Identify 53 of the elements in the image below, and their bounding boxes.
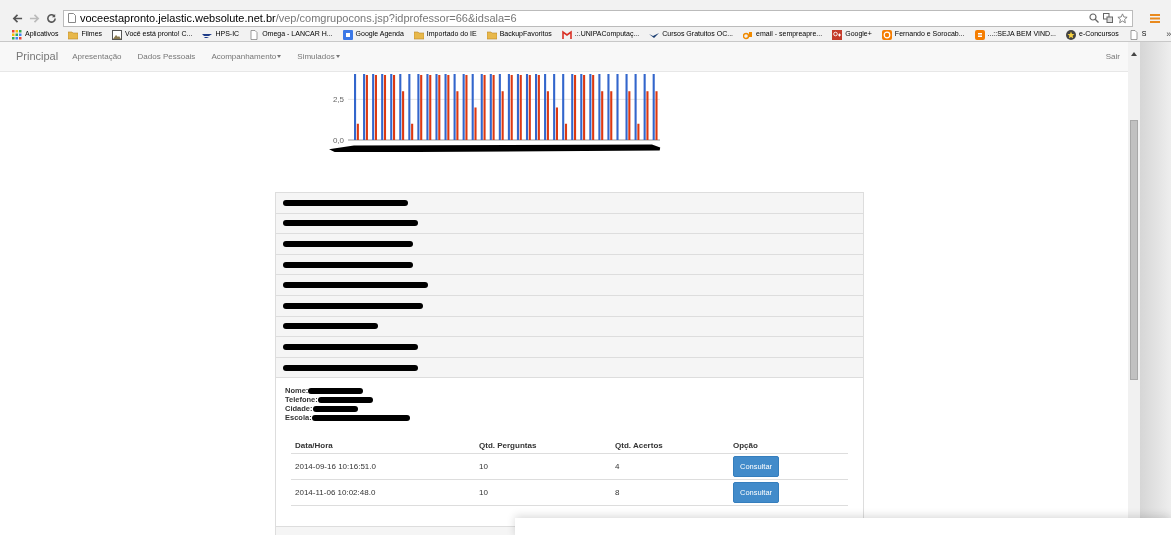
url-text: voceestapronto.jelastic.websolute.net.br/vep/comgrupocons.jsp?idprofessor=66&idsala=6 (80, 10, 517, 26)
back-arrow-icon[interactable] (12, 12, 23, 24)
apps-grid-icon (12, 29, 22, 40)
redaction-mark (317, 396, 373, 403)
accordion-row[interactable] (276, 193, 863, 214)
y-tick-label: 2,5 (332, 95, 344, 105)
ring-icon (881, 29, 892, 40)
accordion-row[interactable] (276, 337, 863, 358)
column-header: Qtd. Perguntas (479, 440, 538, 453)
column-header: Data/Hora (295, 440, 334, 453)
table-cell-text: 2014-11-06 10:02:48.0 (295, 486, 377, 499)
translate-icon[interactable] (1103, 13, 1113, 23)
tag-icon (743, 29, 754, 40)
table-cell-text: 10 (479, 460, 489, 473)
table-cell-text: 10 (479, 486, 489, 499)
nav-link[interactable]: Dados Pessoais (137, 50, 196, 63)
accordion-row[interactable] (276, 316, 863, 338)
blog-icon (974, 29, 985, 40)
nav-link[interactable]: Apresentação (72, 50, 122, 63)
table-cell-text: 2014-09-16 10:16:51.0 (295, 460, 377, 473)
accordion-row[interactable] (276, 275, 863, 296)
brand-link[interactable]: Principal (16, 48, 59, 65)
reload-icon[interactable] (46, 12, 57, 24)
nav-link[interactable]: Acompanhamento (211, 50, 282, 63)
accordion-row[interactable] (276, 234, 863, 255)
redaction-mark (312, 405, 358, 412)
caret-icon (277, 55, 282, 58)
column-header: Qtd. Acertos (615, 440, 664, 453)
star-icon[interactable] (1117, 12, 1128, 24)
calendar-icon (342, 29, 353, 40)
scroll-up-arrow-icon[interactable] (1131, 52, 1137, 56)
y-tick-label: 0,0 (332, 136, 344, 145)
accordion-row[interactable] (276, 213, 863, 235)
table-cell-text: 4 (615, 460, 621, 473)
column-header: Opção (733, 440, 759, 453)
redaction-mark (308, 387, 364, 394)
more-bookmarks-button[interactable]: » (1166, 27, 1171, 42)
accordion-row[interactable] (276, 357, 863, 379)
search-icon[interactable] (1089, 13, 1099, 23)
star-icon (1066, 29, 1076, 40)
caret-icon (335, 55, 340, 58)
logout-link[interactable]: Sair (1105, 50, 1120, 63)
gplus-icon (832, 29, 843, 40)
accordion-row[interactable] (276, 295, 863, 317)
accordion-row[interactable] (276, 254, 863, 276)
nav-link[interactable]: Simulados (297, 50, 340, 63)
image-icon (112, 29, 123, 40)
address-bar[interactable]: voceestapronto.jelastic.websolute.net.br/vep/comgrupocons.jsp?idprofessor=66&idsala=6 (63, 9, 1133, 27)
table-cell-text: 8 (615, 486, 621, 499)
page-icon (68, 13, 76, 23)
mail-icon (561, 29, 572, 40)
scrollbar-thumb[interactable] (1130, 120, 1138, 380)
chart-bar (616, 74, 619, 140)
